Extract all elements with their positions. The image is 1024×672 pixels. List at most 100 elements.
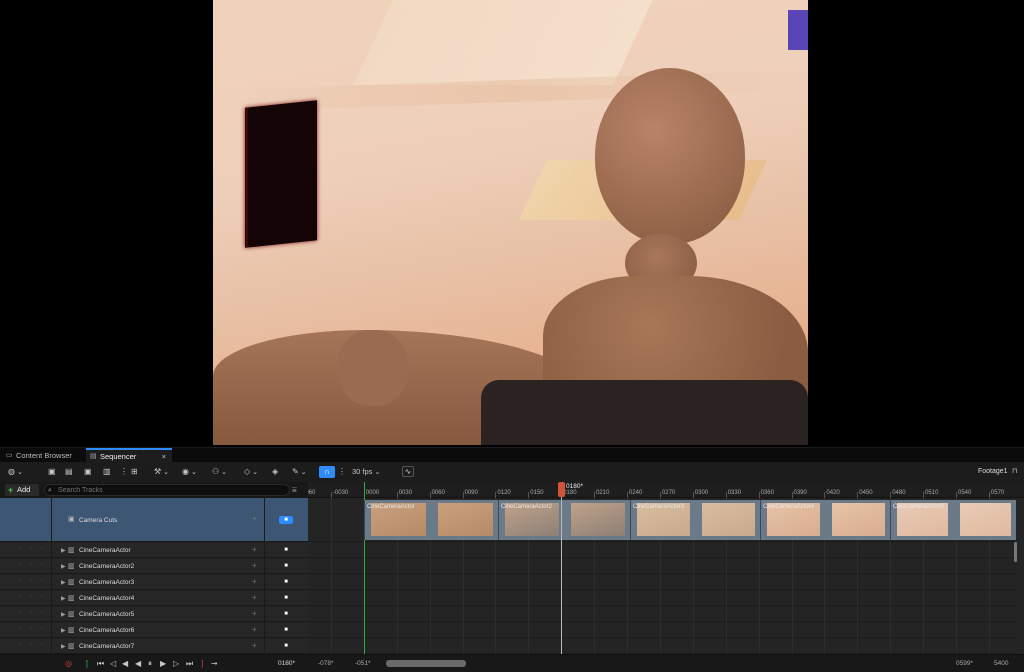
expand-arrow-icon[interactable]: ▶ — [61, 627, 66, 634]
timeline-lane[interactable] — [308, 543, 1016, 558]
tab-sequencer[interactable]: ▤ Sequencer × — [86, 448, 172, 462]
track-controls: ◦ ◦ ◦ ◦ — [0, 543, 52, 557]
level-viewport[interactable] — [0, 0, 1024, 447]
snap-magnet-toggle[interactable]: ∩ — [319, 466, 335, 478]
camera-cuts-section[interactable]: CineCameraActor CineCameraActor2 CineCamer… — [364, 500, 1016, 540]
horizontal-scrollbar[interactable] — [386, 660, 466, 667]
camera-lock-toggle[interactable]: ■ — [279, 642, 293, 650]
camera-lock-toggle[interactable]: ■ — [279, 610, 293, 618]
camera-cut-section[interactable]: CineCameraActor5 — [890, 500, 1016, 540]
camera-lock-toggle[interactable]: ■ — [279, 562, 293, 570]
play-start-field[interactable]: -051* — [355, 658, 371, 670]
add-key-icon[interactable]: + — [252, 609, 257, 618]
timeline-lane[interactable] — [308, 639, 1016, 654]
key-options-dropdown[interactable]: ◇ — [244, 466, 258, 478]
add-key-icon[interactable]: + — [252, 545, 257, 554]
snap-options-icon[interactable]: ⋮ — [338, 466, 346, 478]
expand-arrow-icon[interactable]: ▶ — [61, 611, 66, 618]
add-key-icon[interactable]: + — [252, 625, 257, 634]
previous-frame-icon[interactable]: ◀ — [122, 658, 128, 670]
track-cine-camera-actor-2[interactable]: ◦ ◦ ◦ ◦ ▶ ▥ CineCameraActor2 + ■ — [0, 559, 308, 574]
vertical-scrollbar[interactable] — [1014, 542, 1017, 562]
save-icon[interactable]: ▣ — [48, 466, 56, 478]
filter-icon[interactable]: ⩸ — [292, 485, 297, 495]
search-input[interactable] — [58, 485, 278, 495]
lock-icon[interactable]: ⊓ — [1012, 466, 1017, 478]
playback-options-dropdown[interactable]: ⚇ — [212, 466, 227, 478]
expand-arrow-icon[interactable]: ▶ — [61, 595, 66, 602]
track-name: CineCameraActor7 — [79, 643, 135, 650]
jump-to-end-icon[interactable]: ⏭ — [186, 658, 193, 670]
add-key-icon[interactable]: + — [252, 577, 257, 586]
expand-arrow-icon[interactable]: ▶ — [61, 643, 66, 650]
view-options-dropdown[interactable]: ◉ — [182, 466, 197, 478]
expand-arrow-icon[interactable]: ▶ — [61, 563, 66, 570]
add-key-icon[interactable]: + — [252, 514, 257, 523]
track-cine-camera-actor[interactable]: ◦ ◦ ◦ ◦ ▶ ▥ CineCameraActor + ■ — [0, 543, 308, 558]
camera-cut-section[interactable]: CineCameraActor4 — [760, 500, 890, 540]
loop-icon[interactable]: ➞ — [211, 658, 218, 670]
mute-icon[interactable]: ◦ — [41, 516, 43, 522]
set-start-icon[interactable]: [ — [86, 658, 88, 670]
camera-icon[interactable]: ▣ — [84, 466, 92, 478]
playhead-handle[interactable] — [558, 482, 565, 497]
track-cine-camera-actor-3[interactable]: ◦ ◦ ◦ ◦ ▶ ▥ CineCameraActor3 + ■ — [0, 575, 308, 590]
view-start-field[interactable]: -078* — [318, 658, 334, 670]
time-ruler[interactable]: -0060 -0030 0000 0030 0060 0090 0120 0150 0180 02… — [308, 482, 1024, 498]
expand-arrow-icon[interactable]: ▶ — [61, 579, 66, 586]
timeline-lane[interactable] — [308, 607, 1016, 622]
camera-lock-toggle[interactable]: ■ — [279, 626, 293, 634]
tools-dropdown[interactable]: ⚒ — [154, 466, 169, 478]
camera-cut-section[interactable]: CineCameraActor2 — [498, 500, 630, 540]
add-key-icon[interactable]: + — [252, 593, 257, 602]
camera-cut-section[interactable]: CineCameraActor — [364, 500, 498, 540]
solo-icon[interactable]: ◦ — [30, 516, 32, 522]
track-cine-camera-actor-7[interactable]: ◦ ◦ ◦ ◦ ▶ ▥ CineCameraActor7 + ■ — [0, 639, 308, 654]
search-tracks-field[interactable]: ⌕ — [44, 484, 290, 496]
record-icon[interactable]: ◎ — [65, 658, 72, 670]
frame-rate-dropdown[interactable]: 30 fps — [352, 466, 380, 478]
timeline-lane[interactable] — [308, 623, 1016, 638]
tab-label: Content Browser — [16, 451, 72, 460]
curve-editor-icon[interactable]: ∿ — [402, 466, 414, 477]
timeline-lane[interactable] — [308, 591, 1016, 606]
timeline-area[interactable]: -0060 -0030 0000 0030 0060 0090 0120 0150 0180 02… — [308, 482, 1024, 654]
add-key-icon[interactable]: + — [252, 561, 257, 570]
shot-label: CineCameraActor — [367, 504, 415, 510]
tree-view-icon[interactable]: ⊞ — [131, 466, 138, 478]
track-cine-camera-actor-5[interactable]: ◦ ◦ ◦ ◦ ▶ ▥ CineCameraActor5 + ■ — [0, 607, 308, 622]
track-cine-camera-actor-4[interactable]: ◦ ◦ ◦ ◦ ▶ ▥ CineCameraActor4 + ■ — [0, 591, 308, 606]
camera-lock-toggle[interactable]: ■ — [279, 594, 293, 602]
actors-icon: ⚇ — [212, 467, 220, 476]
world-settings-dropdown[interactable]: ◍ — [8, 466, 23, 478]
auto-key-icon[interactable]: ◈ — [272, 466, 278, 478]
camera-lock-toggle[interactable]: ■ — [279, 578, 293, 586]
expand-arrow-icon[interactable]: ▶ — [61, 547, 66, 554]
add-key-icon[interactable]: + — [252, 641, 257, 650]
add-track-button[interactable]: + Add — [5, 484, 39, 496]
next-key-icon[interactable]: ▷ — [173, 658, 179, 670]
track-cine-camera-actor-6[interactable]: ◦ ◦ ◦ ◦ ▶ ▥ CineCameraActor6 + ■ — [0, 623, 308, 638]
timeline-lane[interactable] — [308, 575, 1016, 590]
camera-cut-section[interactable]: CineCameraActor3 — [630, 500, 760, 540]
pause-icon[interactable]: ⏸ — [148, 658, 152, 670]
timeline-lane[interactable] — [308, 559, 1016, 574]
visibility-icon[interactable]: ◦ — [7, 516, 9, 522]
camera-lock-toggle[interactable]: ■ — [279, 546, 293, 554]
current-frame-field[interactable]: 0180* — [278, 658, 295, 670]
set-end-icon[interactable]: ] — [201, 658, 203, 670]
play-icon[interactable]: ▶ — [160, 658, 166, 670]
lock-track-icon[interactable]: ◦ — [19, 516, 21, 522]
previous-key-icon[interactable]: ◁ — [110, 658, 116, 670]
render-movie-icon[interactable]: ▥ — [103, 466, 111, 478]
save-as-icon[interactable]: ▤ — [65, 466, 73, 478]
view-end-field[interactable]: 0599* — [956, 658, 973, 670]
edit-mode-dropdown[interactable]: ✎ — [292, 466, 307, 478]
track-camera-cuts[interactable]: ◦ ◦ ◦ ◦ ▣ Camera Cuts + ■ — [0, 498, 308, 542]
play-reverse-icon[interactable]: ◀ — [135, 658, 141, 670]
more-options-icon[interactable]: ⋮ — [120, 466, 128, 478]
camera-lock-toggle[interactable]: ■ — [279, 516, 293, 524]
end-frame-field[interactable]: 5400 — [994, 658, 1008, 670]
tab-content-browser[interactable]: ▭ Content Browser — [2, 449, 84, 463]
jump-to-start-icon[interactable]: ⏮ — [97, 658, 104, 670]
